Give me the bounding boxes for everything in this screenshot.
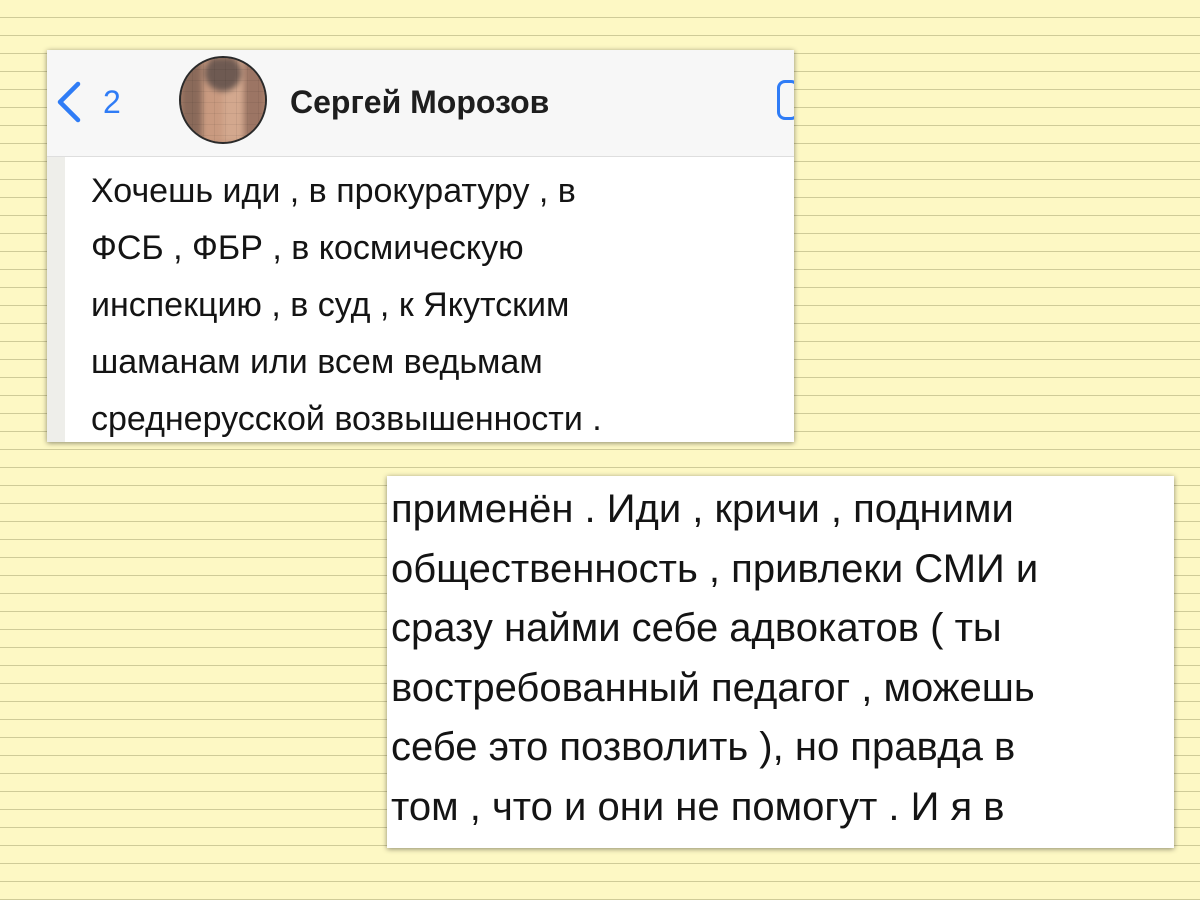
message-line: ФСБ , ФБР , в космическую bbox=[91, 229, 524, 267]
fragment-line: том , что и они не помогут . И я в bbox=[391, 784, 1005, 829]
fragment-line: сразу найми себе адвокатов ( ты bbox=[391, 606, 1002, 650]
message-line: Хочешь иди , в прокуратуру , в bbox=[91, 172, 576, 210]
message-text: Хочешь иди , в прокуратуру , в ФСБ , ФБР… bbox=[91, 163, 771, 442]
chevron-left-icon[interactable] bbox=[54, 80, 86, 124]
text-fragment-card: применён . Иди , кричи , подними обществ… bbox=[387, 476, 1174, 848]
fragment-line: применён . Иди , кричи , подними bbox=[391, 487, 1014, 531]
fragment-line: общественность , привлеки СМИ и bbox=[391, 546, 1039, 591]
unread-count[interactable]: 2 bbox=[103, 84, 121, 120]
chat-left-strip bbox=[47, 157, 65, 442]
fragment-line: востребованный педагог , можешь bbox=[391, 665, 1035, 710]
chat-header: 2 Сергей Морозов bbox=[47, 50, 794, 157]
fragment-text: применён . Иди , кричи , подними обществ… bbox=[391, 480, 1169, 837]
message-line: среднерусской возвышенности . bbox=[91, 400, 602, 438]
video-call-icon[interactable] bbox=[777, 80, 794, 120]
fragment-line: себе это позволить ), но правда в bbox=[391, 725, 1016, 769]
chat-body: Хочешь иди , в прокуратуру , в ФСБ , ФБР… bbox=[47, 157, 794, 442]
chat-screenshot-card: 2 Сергей Морозов Хочешь иди , в прокурат… bbox=[47, 50, 794, 442]
message-line: инспекцию , в суд , к Якутским bbox=[91, 286, 570, 324]
contact-name[interactable]: Сергей Морозов bbox=[290, 82, 549, 122]
message-line: шаманам или всем ведьмам bbox=[91, 343, 543, 381]
avatar[interactable] bbox=[179, 56, 267, 144]
